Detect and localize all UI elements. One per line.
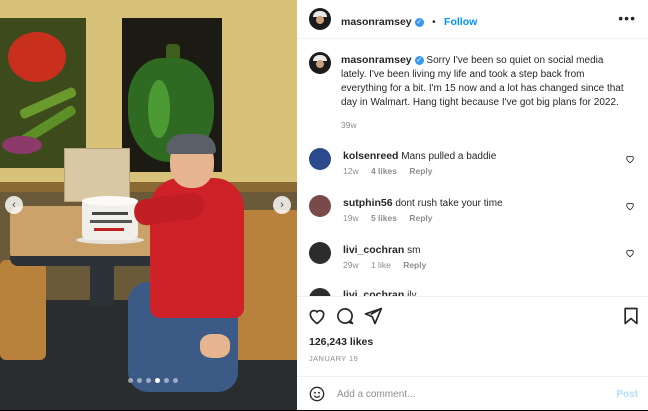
caption-age: 39w — [341, 120, 357, 130]
carousel-dot — [173, 378, 178, 383]
heart-icon[interactable] — [625, 248, 635, 258]
avatar[interactable] — [309, 195, 331, 217]
carousel-dot — [128, 378, 133, 383]
comment-username[interactable]: livi_cochran — [343, 244, 404, 256]
verified-icon: ✓ — [414, 56, 424, 65]
add-comment-bar: Add a comment... Post — [297, 376, 648, 411]
reply-button[interactable]: Reply — [409, 166, 432, 176]
avatar[interactable] — [309, 288, 331, 296]
share-icon[interactable] — [363, 306, 383, 326]
comment-icon[interactable] — [335, 306, 355, 326]
avatar[interactable] — [309, 8, 331, 30]
likes-count[interactable]: 126,243 likes — [309, 336, 373, 348]
comment-text: sm — [407, 245, 421, 256]
comment-username[interactable]: sutphin56 — [343, 197, 393, 209]
follow-button[interactable]: Follow — [444, 16, 477, 28]
avatar[interactable] — [309, 242, 331, 264]
carousel-prev-button[interactable]: ‹ — [5, 196, 23, 214]
carousel-dot — [164, 378, 169, 383]
carousel-dots — [128, 378, 178, 383]
add-comment-input[interactable]: Add a comment... — [337, 389, 415, 400]
action-bar — [297, 296, 648, 297]
comment-likes[interactable]: 4 likes — [371, 166, 397, 176]
carousel-dot — [155, 378, 160, 383]
chevron-left-icon: ‹ — [12, 199, 16, 211]
reply-button[interactable]: Reply — [409, 213, 432, 223]
carousel-dot — [146, 378, 151, 383]
comment-text: dont rush take your time — [395, 198, 503, 209]
caption-text: masonramsey ✓ Sorry I've been so quiet on… — [341, 53, 627, 110]
photo-cake-box — [64, 148, 130, 202]
comment-age: 12w — [343, 166, 359, 176]
post-header: masonramsey ✓ • Follow ••• — [297, 0, 648, 39]
comment-text: Mans pulled a baddie — [401, 151, 497, 162]
comment-likes[interactable]: 1 like — [371, 260, 391, 270]
verified-icon: ✓ — [414, 18, 424, 27]
post-comment-button[interactable]: Post — [616, 389, 638, 400]
more-options-icon[interactable]: ••• — [618, 10, 636, 26]
caption-username[interactable]: masonramsey — [341, 54, 412, 66]
avatar[interactable] — [309, 148, 331, 170]
post-photo[interactable]: ‹ › — [0, 0, 297, 410]
avatar[interactable] — [309, 52, 331, 74]
comment-username[interactable]: livi_cochran — [343, 289, 404, 296]
post-date: JANUARY 19 — [309, 354, 359, 363]
heart-icon[interactable] — [625, 154, 635, 164]
comment-age: 29w — [343, 260, 359, 270]
post-panel: masonramsey ✓ • Follow ••• masonramsey ✓ S… — [297, 0, 648, 410]
chevron-right-icon: › — [280, 199, 284, 211]
author-username[interactable]: masonramsey — [341, 16, 412, 28]
reply-button[interactable]: Reply — [403, 260, 426, 270]
photo-person-cap — [166, 134, 216, 154]
emoji-icon[interactable] — [309, 386, 325, 402]
carousel-dot — [137, 378, 142, 383]
heart-icon[interactable] — [307, 306, 327, 326]
photo-poster-vegetables — [0, 18, 86, 168]
comment-likes[interactable]: 5 likes — [371, 213, 397, 223]
save-icon[interactable] — [621, 306, 641, 326]
heart-icon[interactable] — [625, 201, 635, 211]
comment-clipped: livi_cochran ily — [297, 284, 648, 296]
comment-age: 19w — [343, 213, 359, 223]
carousel-next-button[interactable]: › — [273, 196, 291, 214]
comment-username[interactable]: kolsenreed — [343, 150, 398, 162]
